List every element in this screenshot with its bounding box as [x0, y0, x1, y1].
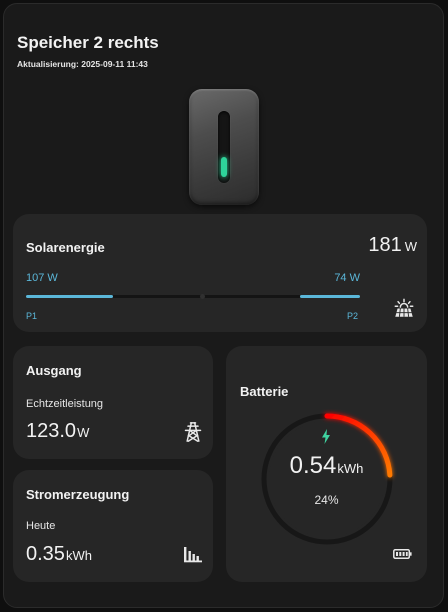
battery-energy: 0.54kWh	[226, 452, 427, 480]
output-title: Ausgang	[26, 363, 82, 378]
p1-label: P1	[26, 311, 38, 321]
lightning-bolt-icon	[322, 429, 330, 444]
p1-bar	[26, 295, 113, 298]
pv-split-bar	[26, 294, 360, 299]
solar-panel-icon	[394, 298, 414, 317]
p2-value: 74 W	[334, 272, 360, 284]
battery-card[interactable]: Batterie 0.54kWh 24%	[226, 346, 427, 582]
output-unit: W	[77, 425, 90, 440]
p2-label: P2	[347, 311, 359, 321]
solar-total: 181 W	[368, 234, 417, 257]
generation-value: 0.35	[26, 543, 65, 565]
output-power: 123.0W	[26, 420, 89, 443]
transmission-tower-icon	[184, 422, 202, 442]
bar-center-marker	[200, 294, 205, 299]
output-card[interactable]: Ausgang Echtzeitleistung 123.0W	[13, 346, 213, 459]
solar-title: Solarenergie	[26, 240, 105, 255]
solar-total-value: 181	[368, 234, 402, 256]
battery-icon	[393, 549, 412, 559]
device-slot	[218, 111, 230, 183]
battery-unit: kWh	[337, 461, 364, 476]
generation-card[interactable]: Stromerzeugung Heute 0.35kWh	[13, 470, 213, 582]
battery-value: 0.54	[289, 452, 337, 479]
p1-value: 107 W	[26, 272, 58, 284]
generation-unit: kWh	[65, 548, 92, 563]
generation-label: Heute	[26, 520, 56, 532]
page-title: Speicher 2 rechts	[17, 33, 159, 52]
output-value: 123.0	[26, 420, 77, 442]
solar-card[interactable]: Solarenergie 181 W 107 W 74 W P1 P2	[13, 214, 427, 332]
solar-total-unit: W	[404, 239, 417, 254]
status-led	[221, 157, 227, 177]
output-label: Echtzeitleistung	[26, 398, 104, 410]
generation-title: Stromerzeugung	[26, 487, 130, 502]
battery-title: Batterie	[240, 384, 289, 399]
bar-chart-icon	[184, 547, 202, 563]
p2-bar	[300, 295, 360, 298]
last-update: Aktualisierung: 2025-09-11 11:43	[17, 59, 148, 69]
generation-energy: 0.35kWh	[26, 543, 92, 566]
device-image	[189, 89, 259, 205]
battery-percent: 24%	[314, 493, 339, 507]
